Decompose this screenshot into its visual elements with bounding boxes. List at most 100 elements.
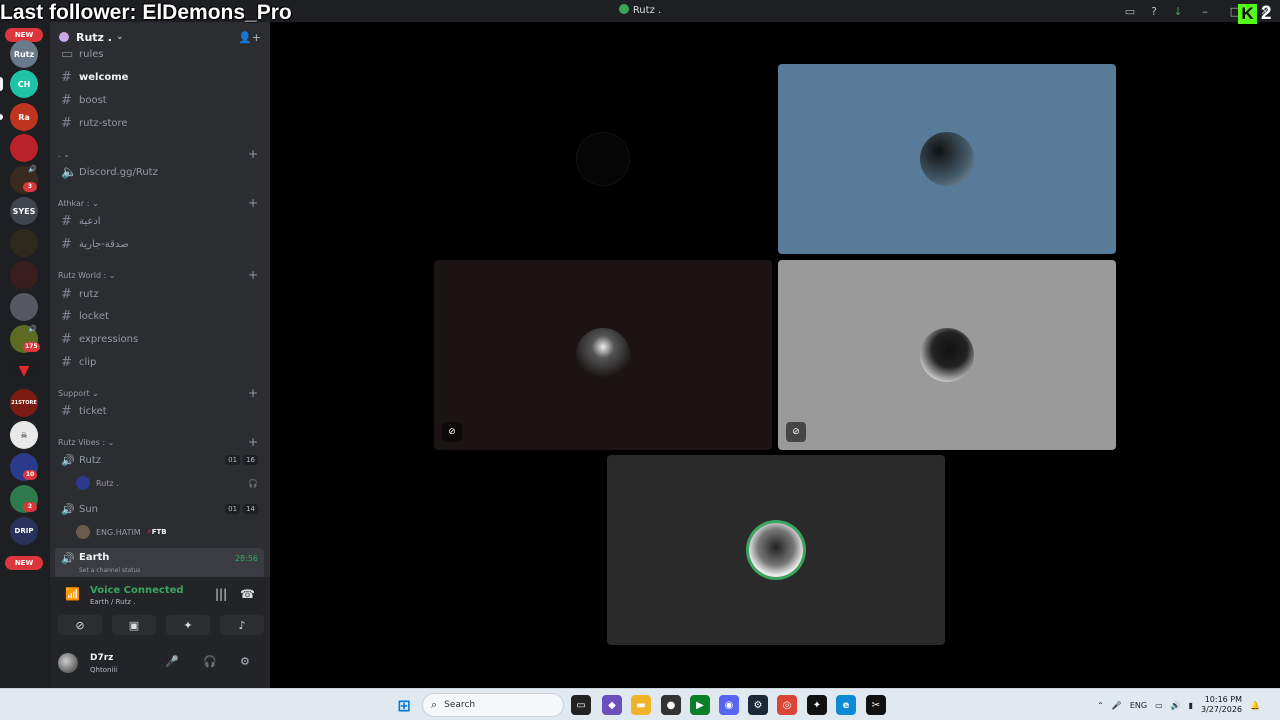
screen-share-icon[interactable]: ▭ <box>1118 0 1142 22</box>
channel-sidebar: Rutz . ⌄ 👤+ ▭ rules # welcome # boost # rutz… <box>50 22 270 688</box>
noise-suppression-icon[interactable]: ||| <box>215 587 227 601</box>
voice-channel-earth[interactable]: 🔊 Earth 28:56 Set a channel status <box>55 548 264 578</box>
channel-duaa[interactable]: # ادعية <box>55 211 264 231</box>
help-icon[interactable]: ? <box>1142 0 1166 22</box>
video-tile-4[interactable]: ⊘ <box>778 260 1116 450</box>
participant-avatar <box>920 328 974 382</box>
category-rutz-world[interactable]: Rutz World : ⌄ + <box>58 268 264 282</box>
settings-gear-icon[interactable]: ⚙ <box>240 655 250 668</box>
start-icon[interactable]: ⊞ <box>394 695 414 715</box>
video-tile-5[interactable] <box>607 455 945 645</box>
category-dot[interactable]: . ⌄ + <box>58 147 264 161</box>
steam-icon[interactable]: ⚙ <box>748 695 768 715</box>
kick-viewer-count: 2 <box>1261 3 1272 24</box>
server-hex[interactable] <box>10 293 38 321</box>
channel-icon: ▭ <box>61 46 74 62</box>
server-skull[interactable]: ☠ <box>10 421 38 449</box>
widgets-icon[interactable]: ◆ <box>602 695 622 715</box>
user-name[interactable]: D7rz <box>90 653 113 663</box>
server-ch[interactable]: CH <box>10 70 38 98</box>
signal-icon[interactable]: 📶 <box>65 587 80 601</box>
chevron-up-icon[interactable]: ⌃ <box>1097 701 1104 710</box>
category-label: Rutz World : ⌄ <box>58 270 116 280</box>
add-channel-icon[interactable]: + <box>248 268 258 282</box>
language-indicator[interactable]: ENG <box>1130 701 1147 710</box>
task-view-icon[interactable]: ▭ <box>571 695 591 715</box>
server-joker[interactable] <box>10 261 38 289</box>
voice-user-hatim[interactable]: ENG.HATIM ⚡FTB <box>76 523 264 541</box>
category-support[interactable]: Support ⌄ + <box>58 386 264 400</box>
volume-icon[interactable]: 🔊 <box>1171 701 1181 710</box>
share-screen-button[interactable]: ▣ <box>112 615 156 635</box>
category-athkar[interactable]: Athkar : ⌄ + <box>58 196 264 210</box>
file-explorer-icon[interactable]: ▬ <box>631 695 651 715</box>
invite-people-icon[interactable]: 👤+ <box>238 31 261 44</box>
edge-icon[interactable]: e <box>836 695 856 715</box>
server-21store[interactable]: 21STORE <box>10 389 38 417</box>
add-channel-icon[interactable]: + <box>248 386 258 400</box>
channel-status-input[interactable]: Set a channel status <box>79 567 140 574</box>
user-count: 01 14 <box>225 504 258 514</box>
server-red-eyes[interactable] <box>10 134 38 162</box>
user-count-limit: 14 <box>243 504 258 514</box>
video-tile-2[interactable] <box>778 64 1116 254</box>
download-icon[interactable]: ↓ <box>1166 0 1190 22</box>
voice-timer: 28:56 <box>234 554 258 563</box>
hash-icon: # <box>61 69 72 85</box>
chrome-icon[interactable]: ◎ <box>777 695 797 715</box>
taskbar-search[interactable]: ⌕ Search <box>422 693 564 717</box>
clock[interactable]: 10:16 PM 3/27/2026 <box>1201 695 1242 715</box>
add-channel-icon[interactable]: + <box>248 435 258 449</box>
channel-rutz[interactable]: # rutz <box>55 284 264 304</box>
headphones-icon[interactable]: 🎧 <box>203 655 217 668</box>
channel-label: rutz-store <box>79 117 128 129</box>
channel-sadaqa[interactable]: # صدقة-جارية <box>55 234 264 254</box>
minimize-icon[interactable]: – <box>1190 0 1220 22</box>
server-syes[interactable]: SYES <box>10 197 38 225</box>
server-drip[interactable]: DRIP <box>10 517 38 545</box>
microphone-icon[interactable]: 🎤 <box>1112 701 1122 710</box>
server-rutz[interactable]: Rutz <box>10 40 38 68</box>
capcut-icon[interactable]: ✂ <box>866 695 886 715</box>
channel-locket[interactable]: # locket <box>55 306 264 326</box>
voice-channel-label: Sun <box>79 503 99 515</box>
activities-button[interactable]: ✦ <box>166 615 210 635</box>
avatar[interactable] <box>58 653 78 673</box>
battery-icon[interactable]: ▮ <box>1189 701 1193 710</box>
server-red-logo[interactable]: ▼ <box>10 357 38 385</box>
disconnect-icon[interactable]: ☎ <box>240 587 255 601</box>
server-ra[interactable]: Ra <box>10 103 38 131</box>
voice-channel-sun[interactable]: 🔊 Sun 01 14 <box>55 499 264 519</box>
media-player-icon[interactable]: ▶ <box>690 695 710 715</box>
camera-off-button[interactable]: ⊘ <box>58 615 102 635</box>
hash-icon: # <box>61 403 72 419</box>
channel-expressions[interactable]: # expressions <box>55 329 264 349</box>
soundboard-button[interactable]: ♪ <box>220 615 264 635</box>
channel-ticket[interactable]: # ticket <box>55 401 264 421</box>
network-icon[interactable]: ▭ <box>1155 701 1163 710</box>
voice-location[interactable]: Earth / Rutz . <box>90 598 135 606</box>
app-icon[interactable]: ✦ <box>807 695 827 715</box>
speaker-icon: 🔊 <box>61 453 75 467</box>
channel-boost[interactable]: # boost <box>55 90 264 110</box>
discord-icon[interactable]: ◉ <box>719 695 739 715</box>
add-channel-icon[interactable]: + <box>248 147 258 161</box>
add-channel-icon[interactable]: + <box>248 196 258 210</box>
video-tile-3[interactable]: ⊘ <box>434 260 772 450</box>
channel-clip[interactable]: # clip <box>55 352 264 372</box>
kick-overlay: K 2 <box>1238 3 1272 25</box>
notifications-icon[interactable]: 🔔 <box>1250 701 1260 710</box>
channel-label: rutz <box>79 288 99 300</box>
participant-avatar <box>576 132 630 186</box>
channel-discord-link[interactable]: 🔈 Discord.gg/Rutz <box>55 162 264 182</box>
voice-user-rutz[interactable]: Rutz . 🎧 <box>76 474 264 492</box>
channel-welcome[interactable]: # welcome <box>55 67 264 87</box>
channel-rutz-store[interactable]: # rutz-store <box>55 113 264 133</box>
voice-channel-rutz[interactable]: 🔊 Rutz 01 16 <box>55 450 264 470</box>
video-tile-1[interactable] <box>434 64 772 254</box>
category-rutz-vibes[interactable]: Rutz Vibes : ⌄ + <box>58 435 264 449</box>
obs-icon[interactable]: ● <box>661 695 681 715</box>
server-gold[interactable] <box>10 229 38 257</box>
channel-rules[interactable]: ▭ rules <box>55 46 264 62</box>
microphone-icon[interactable]: 🎤 <box>165 655 179 668</box>
